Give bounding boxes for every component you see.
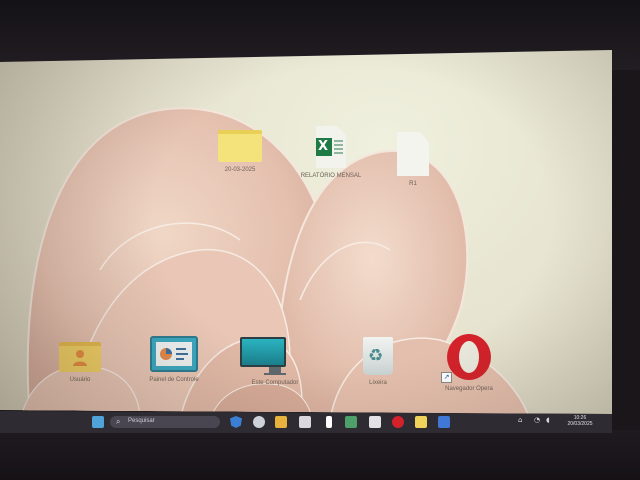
desktop-icon-label: RELATÓRIO MENSAL <box>300 173 362 179</box>
search-placeholder: Pesquisar <box>128 418 155 424</box>
desktop-icon-label: Usuário <box>69 377 91 383</box>
desktop-opera-icon[interactable]: ↗ Navegador Opera <box>434 333 504 393</box>
opera-icon: ↗ <box>441 333 493 383</box>
search-icon: ⌕ <box>116 417 121 426</box>
opera-taskbar-icon[interactable] <box>392 416 404 428</box>
desktop-user-folder-icon[interactable]: Usuário <box>45 342 115 384</box>
file-explorer-icon[interactable] <box>299 416 311 428</box>
user-folder-icon <box>59 342 101 372</box>
desktop-icon-label: Este Computador <box>251 380 299 386</box>
desktop-folder-icon[interactable]: 20-03-2025 <box>205 130 275 174</box>
desktop-icon-label: Navegador Opera <box>445 386 493 392</box>
bezel-bottom <box>0 430 640 480</box>
desktop-excel-icon[interactable]: X RELATÓRIO MENSAL <box>296 126 366 180</box>
control-panel-icon <box>150 336 198 372</box>
desktop-icon-label: Painel de Controle <box>149 377 199 383</box>
taskbar-clock[interactable]: 10:26 20/03/2025 <box>560 415 600 427</box>
network-icon[interactable]: ⌂ <box>518 416 522 424</box>
desktop-recycle-bin-icon[interactable]: ♻ Lixeira <box>343 337 413 387</box>
desktop-this-pc-icon[interactable]: Este Computador <box>240 337 310 387</box>
store-icon[interactable] <box>345 416 357 428</box>
phone-icon[interactable] <box>369 416 381 428</box>
mail-icon[interactable] <box>438 416 450 428</box>
wallpaper-bloom <box>19 107 532 414</box>
shortcut-arrow-icon: ↗ <box>441 372 452 383</box>
clock-date: 20/03/2025 <box>567 421 593 427</box>
desktop-file-icon[interactable]: R1 <box>378 132 448 188</box>
volume-icon[interactable]: ◖ <box>546 416 550 424</box>
excel-icon: X <box>316 126 346 168</box>
desktop-icon-label: Lixeira <box>369 380 387 386</box>
desktop-control-panel-icon[interactable]: Painel de Controle <box>139 336 209 384</box>
widgets-icon[interactable] <box>92 416 104 428</box>
chat-icon[interactable] <box>275 416 287 428</box>
desktop-icon-label: R1 <box>409 181 417 187</box>
taskbar-search-box[interactable]: ⌕ Pesquisar <box>110 416 220 428</box>
taskbar: ⌕ Pesquisar ⌂ ◔ ◖ 10:26 20/03/2025 <box>0 411 612 433</box>
wifi-icon[interactable]: ◔ <box>534 416 540 424</box>
folder-icon <box>218 130 262 162</box>
app-icon[interactable] <box>326 416 332 428</box>
desktop-icon-label: 20-03-2025 <box>224 167 256 173</box>
blank-file-icon <box>397 132 429 176</box>
shield-icon[interactable] <box>230 416 242 428</box>
monitor-icon <box>240 337 310 375</box>
folder-taskbar-icon[interactable] <box>415 416 427 428</box>
settings-icon[interactable] <box>253 416 265 428</box>
desktop-screen: 20-03-2025 X RELATÓRIO MENSAL R1 Usuário <box>0 50 612 414</box>
recycle-bin-icon: ♻ <box>363 337 393 375</box>
